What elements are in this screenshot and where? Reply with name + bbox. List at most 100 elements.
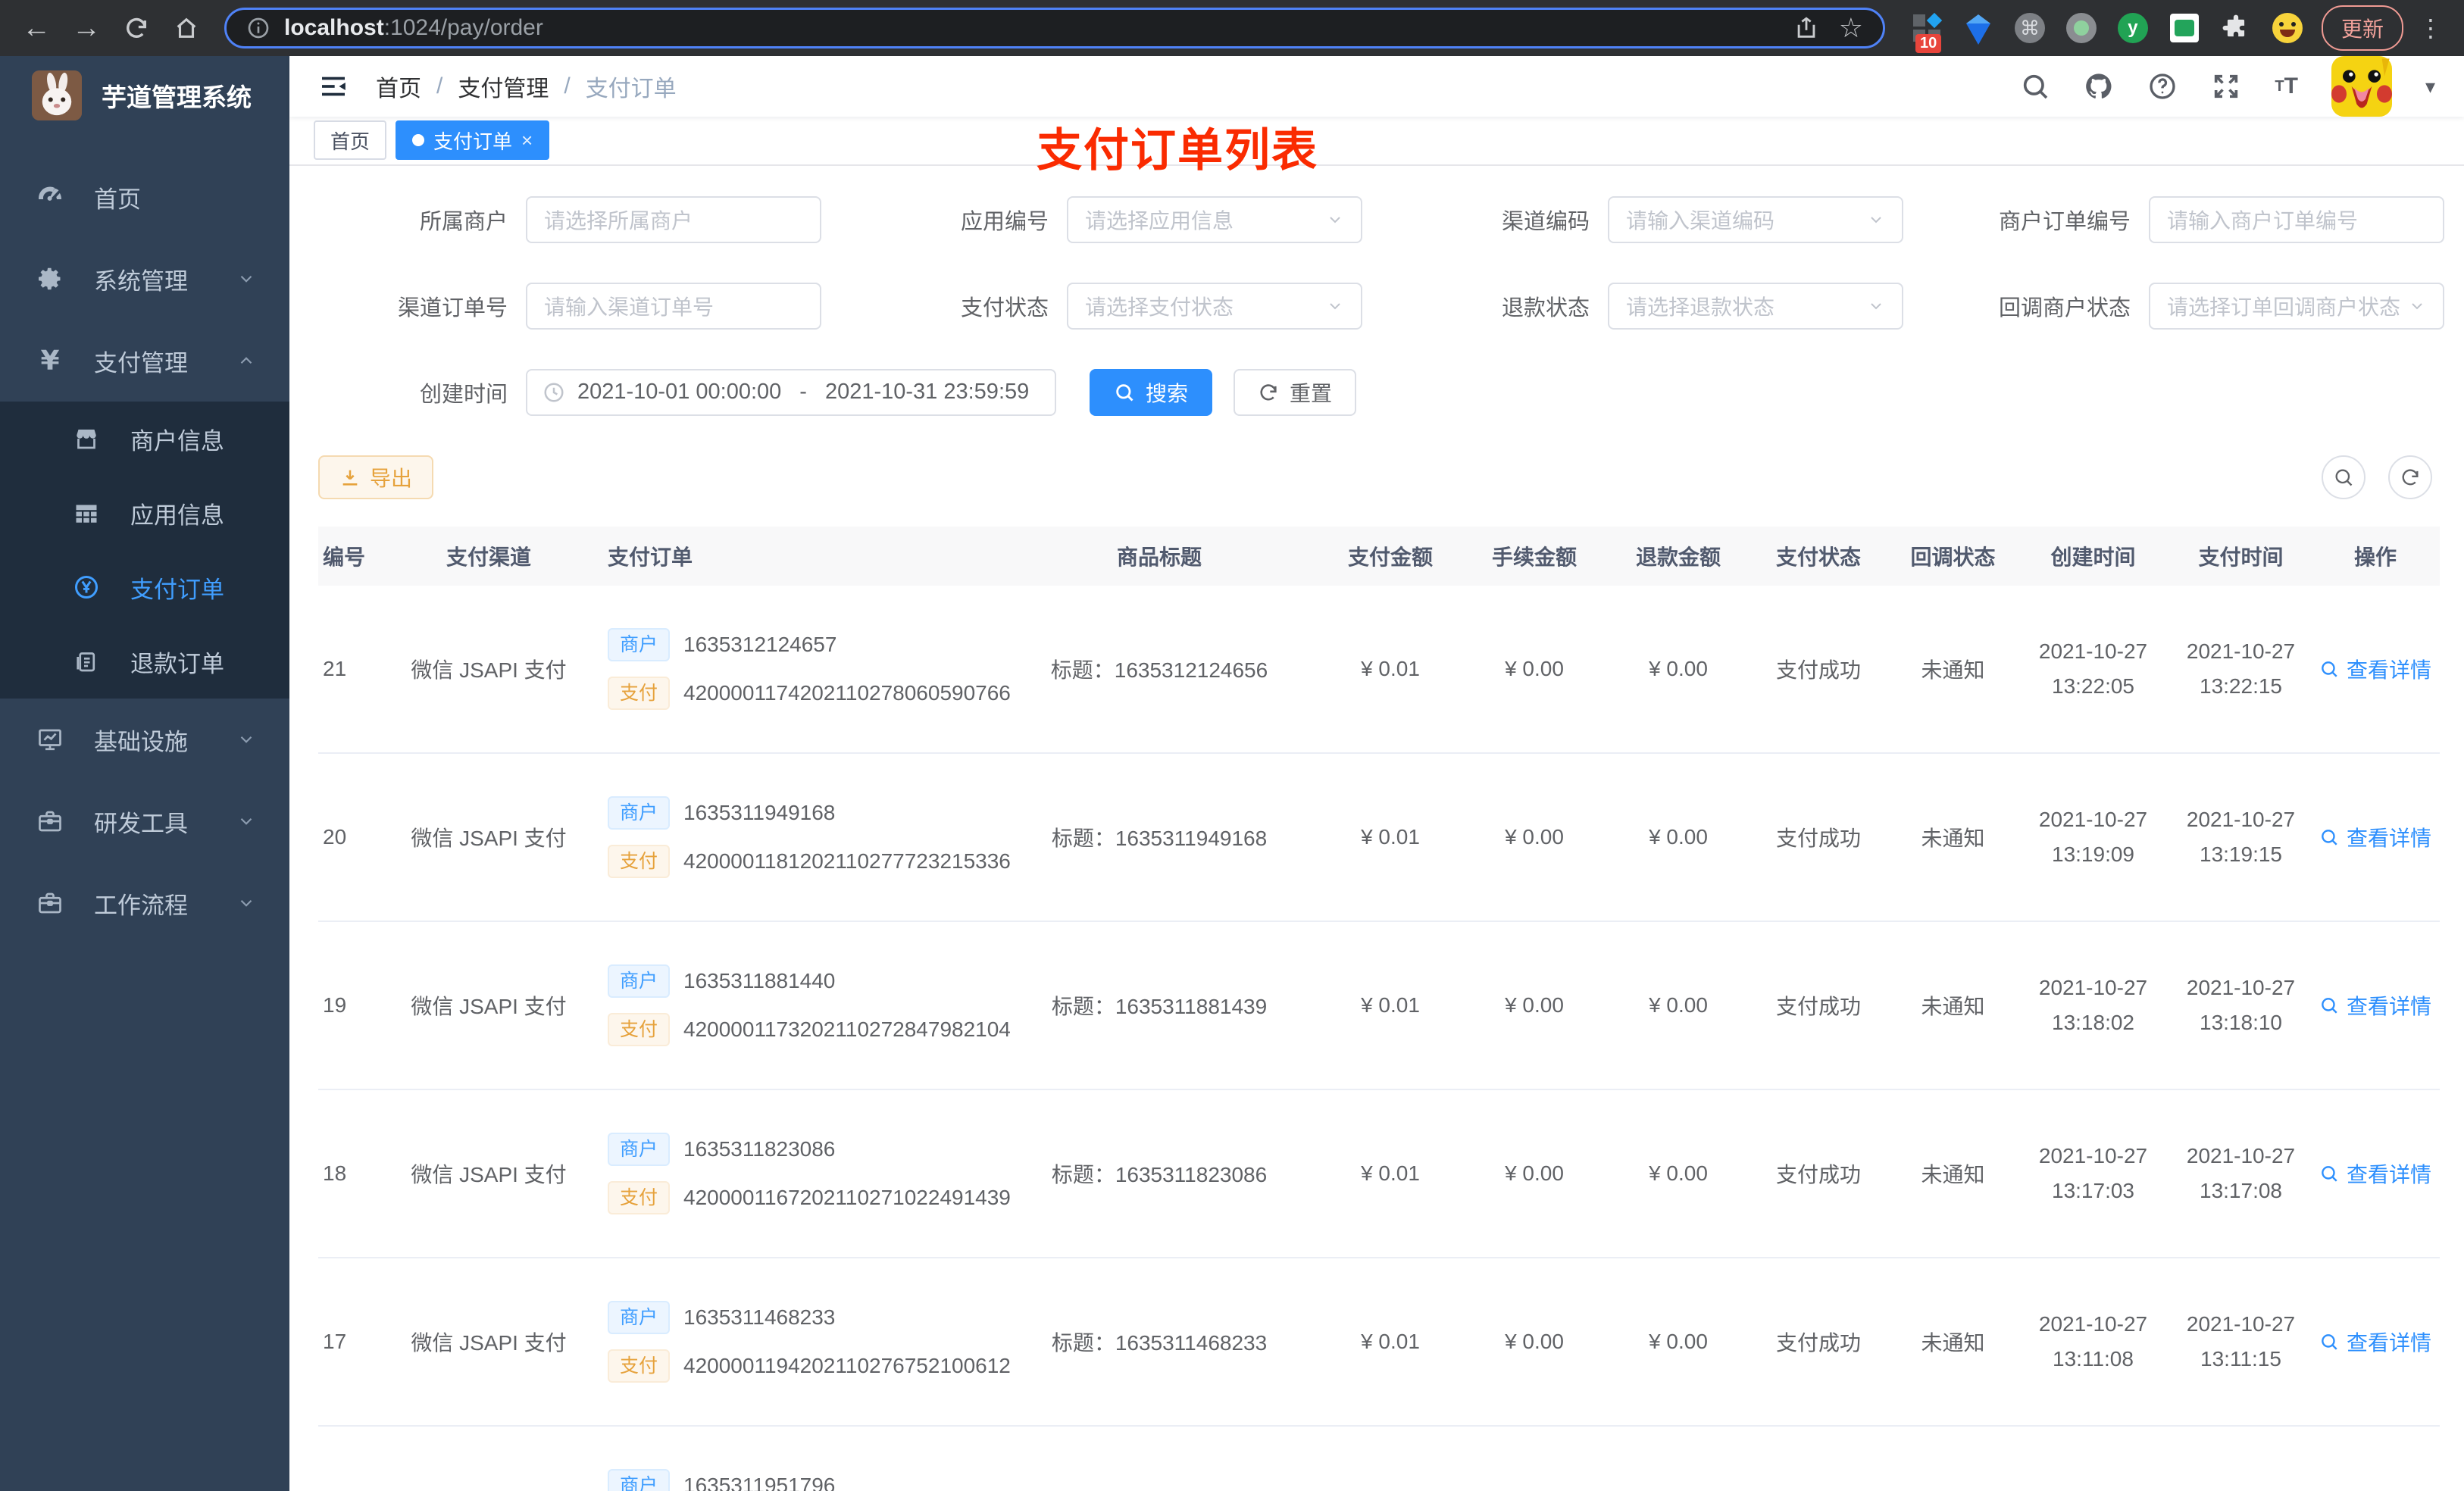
filter-row: 所属商户 请选择所属商户 应用编号 请选择应用信息 渠道编码 请输入渠道编码 商… <box>318 195 2464 243</box>
filter-input-渠道订单号[interactable]: 请输入渠道订单号 <box>526 282 821 330</box>
sidebar-item-支付管理[interactable]: ¥ 支付管理 <box>0 320 289 402</box>
pikachu-avatar-icon <box>2331 56 2392 117</box>
cell-create-time: 2021-10-27 13:22:05 <box>2038 639 2148 698</box>
view-detail-link[interactable]: 查看详情 <box>2319 990 2431 1021</box>
sidebar-item-应用信息[interactable]: 应用信息 <box>0 476 289 550</box>
filter-select-退款状态[interactable]: 请选择退款状态 <box>1608 282 1903 330</box>
sidebar-item-系统管理[interactable]: 系统管理 <box>0 238 289 320</box>
filter-row-date: 创建时间 2021-10-01 00:00:00 - 2021-10-31 23… <box>318 368 2464 416</box>
breadcrumb-pay-manage[interactable]: 支付管理 <box>458 70 549 103</box>
github-icon[interactable] <box>2084 71 2114 102</box>
filter-select-支付状态[interactable]: 请选择支付状态 <box>1067 282 1362 330</box>
avatar-caret-icon[interactable]: ▾ <box>2425 75 2435 98</box>
header-search-icon[interactable] <box>2020 71 2050 102</box>
cell-fee: ¥ 0.00 <box>1505 1161 1564 1185</box>
sidebar-fold-button[interactable] <box>318 71 349 102</box>
browser-menu-button[interactable]: ⋮ <box>2414 14 2447 42</box>
reset-button[interactable]: 重置 <box>1234 368 1357 416</box>
filter-group: 渠道订单号 请输入渠道订单号 <box>318 282 821 330</box>
filter-select-应用编号[interactable]: 请选择应用信息 <box>1067 195 1362 243</box>
y-extension-icon[interactable]: y <box>2117 12 2149 44</box>
profile-avatar-icon[interactable] <box>2272 12 2303 44</box>
tab-home[interactable]: 首页 <box>314 120 387 161</box>
tab-close-icon[interactable]: × <box>521 129 533 152</box>
extension-grid-icon[interactable]: 10 <box>1911 12 1943 53</box>
view-detail-link[interactable]: 查看详情 <box>2319 822 2431 852</box>
dashboard-icon <box>33 183 67 211</box>
command-extension-icon[interactable]: ⌘ <box>2014 12 2046 44</box>
download-icon <box>342 470 358 486</box>
filter-select-渠道编码[interactable]: 请输入渠道编码 <box>1608 195 1903 243</box>
sidebar-item-支付订单[interactable]: 支付订单 <box>0 550 289 624</box>
cell-notify-status: 未通知 <box>1921 1162 1985 1186</box>
breadcrumb-home[interactable]: 首页 <box>376 70 421 103</box>
puzzle-icon <box>2222 14 2245 37</box>
pay-tag: 支付 <box>608 1349 671 1383</box>
screenshot-annotation: 支付订单列表 <box>1037 125 1318 176</box>
sidebar-item-工作流程[interactable]: 工作流程 <box>0 862 289 944</box>
cell-refund: ¥ 0.00 <box>1649 992 1708 1017</box>
filter-select-回调商户状态[interactable]: 请选择订单回调商户状态 <box>2149 282 2444 330</box>
browser-back-button[interactable]: ← <box>17 8 56 48</box>
chevron-down-icon <box>236 893 256 913</box>
help-icon[interactable] <box>2147 71 2178 102</box>
filter-group: 商户订单编号 请输入商户订单编号 <box>1941 195 2444 243</box>
show-search-toggle-button[interactable] <box>2322 455 2366 499</box>
address-bar[interactable]: localhost:1024/pay/order ☆ <box>224 8 1885 48</box>
cell-id: 21 <box>323 656 347 680</box>
font-size-icon[interactable]: TT <box>2275 73 2298 99</box>
sidebar-item-退款订单[interactable]: 退款订单 <box>0 624 289 699</box>
export-button[interactable]: 导出 <box>318 455 434 499</box>
sidebar-item-基础设施[interactable]: 基础设施 <box>0 699 289 780</box>
table-body: 21 微信 JSAPI 支付 商户 1635312124657 支付 4200001… <box>318 585 2440 1491</box>
browser-forward-button[interactable]: → <box>67 8 106 48</box>
filter-label: 应用编号 <box>960 209 1049 234</box>
recorder-extension-icon[interactable] <box>2065 12 2097 44</box>
cell-pay-time: 2021-10-27 13:22:15 <box>2186 639 2296 698</box>
cell-pay-time: 2021-10-27 13:19:15 <box>2186 807 2296 866</box>
browser-home-button[interactable] <box>167 8 206 48</box>
table-toolbar: 导出 <box>318 455 2464 499</box>
reload-icon <box>127 17 147 38</box>
refresh-table-button[interactable] <box>2388 455 2432 499</box>
sidebar-item-商户信息[interactable]: 商户信息 <box>0 402 289 476</box>
chat-extension-icon[interactable] <box>2169 12 2200 44</box>
filter-input-所属商户[interactable]: 请选择所属商户 <box>526 195 821 243</box>
cell-pay-order: 商户 1635311951796 <box>576 1459 1000 1491</box>
pay-tag: 支付 <box>608 1180 671 1214</box>
chevron-down-icon <box>236 811 256 831</box>
search-button[interactable]: 搜索 <box>1090 368 1213 416</box>
sketch-extension-icon[interactable] <box>1962 12 1994 45</box>
sidebar-item-首页[interactable]: 首页 <box>0 156 289 238</box>
cell-action: 查看详情 <box>2315 1158 2436 1189</box>
view-detail-link[interactable]: 查看详情 <box>2319 1158 2431 1189</box>
filter-input-商户订单编号[interactable]: 请输入商户订单编号 <box>2149 195 2444 243</box>
cell-notify-status: 未通知 <box>1921 994 1985 1018</box>
app-logo-row[interactable]: 芋道管理系统 <box>0 56 289 135</box>
cell-pay-order: 商户 1635311881440 支付 4200001173202110272847… <box>576 955 1011 1056</box>
cell-channel: 微信 JSAPI 支付 <box>411 826 567 850</box>
bookmark-star-icon[interactable]: ☆ <box>1839 12 1863 44</box>
create-time-range-picker[interactable]: 2021-10-01 00:00:00 - 2021-10-31 23:59:5… <box>526 368 1056 416</box>
cell-amount: ¥ 0.01 <box>1361 656 1420 680</box>
column-header-创建时间: 创建时间 <box>2050 545 2136 569</box>
cell-refund: ¥ 0.00 <box>1649 1161 1708 1185</box>
sidebar-item-研发工具[interactable]: 研发工具 <box>0 780 289 862</box>
table-row: 21 微信 JSAPI 支付 商户 1635312124657 支付 4200001… <box>318 585 2440 754</box>
share-icon[interactable] <box>1793 15 1819 41</box>
view-detail-link[interactable]: 查看详情 <box>2319 1327 2431 1357</box>
shop-icon <box>70 425 103 452</box>
tab-pay-order[interactable]: 支付订单 × <box>396 120 550 161</box>
view-detail-link[interactable]: 查看详情 <box>2319 654 2431 684</box>
filter-label: 商户订单编号 <box>1998 209 2131 234</box>
browser-reload-button[interactable] <box>117 8 156 48</box>
cell-refund: ¥ 0.00 <box>1649 824 1708 849</box>
fullscreen-icon[interactable] <box>2211 71 2241 102</box>
browser-update-button[interactable]: 更新 <box>2321 5 2403 51</box>
puzzle-extension-icon[interactable] <box>2220 12 2252 44</box>
grid-icon <box>70 499 103 527</box>
column-header-支付订单: 支付订单 <box>608 545 693 569</box>
user-avatar[interactable] <box>2331 56 2392 117</box>
site-info-icon[interactable] <box>246 16 270 40</box>
column-header-支付金额: 支付金额 <box>1347 545 1433 569</box>
